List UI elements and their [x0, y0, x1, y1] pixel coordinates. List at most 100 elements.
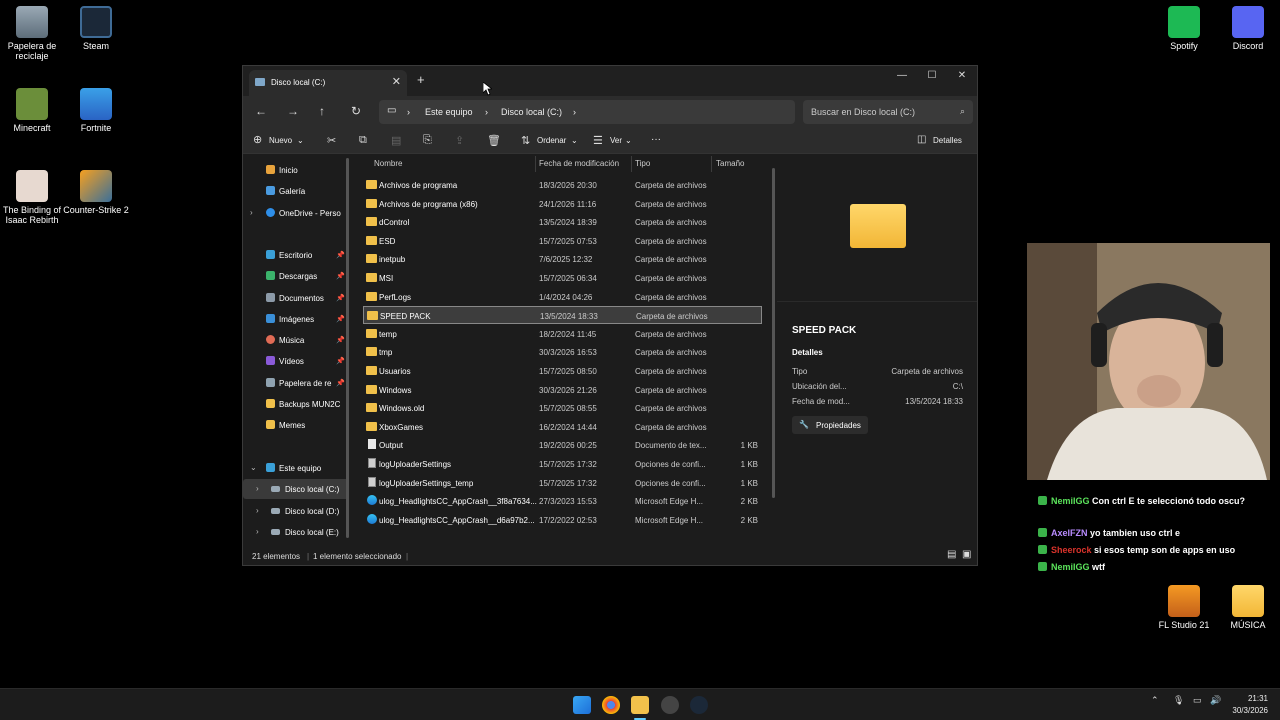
back-arrow-icon[interactable]: ← [255, 104, 267, 118]
nav-item-memes[interactable]: Memes [243, 415, 349, 435]
file-list-scrollbar[interactable] [772, 168, 775, 498]
nav-item-imagenes[interactable]: Imágenes 📌 [243, 309, 349, 329]
details-button[interactable]: Detalles [933, 136, 962, 145]
nav-item-disco-d[interactable]: › Disco local (D:) [243, 501, 349, 521]
nav-item-galeria[interactable]: Galería [243, 181, 349, 201]
copy-icon[interactable]: ⧉ [359, 134, 367, 147]
file-row[interactable]: Archivos de programa 18/3/2026 20:30 Carpe… [363, 176, 762, 194]
chevron-right-icon[interactable]: › [256, 506, 259, 515]
search-input[interactable]: Buscar en Disco local (C:) ⌕ [803, 100, 973, 124]
file-row[interactable]: ulog_HeadlightsCC_AppCrash__3f8a7634... 2… [363, 492, 762, 510]
column-divider[interactable] [711, 156, 712, 172]
file-row[interactable]: logUploaderSettings_temp 15/7/2025 17:32 O… [363, 474, 762, 492]
nav-item-escritorio[interactable]: Escritorio 📌 [243, 245, 349, 265]
nav-item-backups[interactable]: Backups MUN2C [243, 394, 349, 414]
chat-username[interactable]: Sheerock [1051, 545, 1092, 555]
file-row[interactable]: dControl 13/5/2024 18:39 Carpeta de archiv… [363, 213, 762, 231]
file-row[interactable]: inetpub 7/6/2025 12:32 Carpeta de archivos [363, 250, 762, 268]
breadcrumb-disco-local-c[interactable]: Disco local (C:) [501, 107, 562, 117]
column-header-name[interactable]: Nombre [374, 159, 402, 168]
sort-button[interactable]: Ordenar [537, 136, 566, 145]
file-row[interactable]: Windows.old 15/7/2025 08:55 Carpeta de arc… [363, 399, 762, 417]
chrome-icon[interactable] [602, 696, 620, 714]
rename-icon[interactable]: ⎘ [423, 134, 432, 147]
paste-icon[interactable]: ▤ [391, 134, 401, 147]
file-row[interactable]: temp 18/2/2024 11:45 Carpeta de archivos [363, 325, 762, 343]
desktop-icon-spotify[interactable]: Spotify [1148, 6, 1220, 51]
column-header-type[interactable]: Tipo [635, 159, 650, 168]
nav-item-este-equipo[interactable]: ⌄ Este equipo [243, 458, 349, 478]
cut-icon[interactable]: ✂ [327, 134, 336, 147]
close-button[interactable]: ✕ [947, 70, 977, 81]
stream-app-icon[interactable] [661, 696, 679, 714]
file-row[interactable]: XboxGames 16/2/2024 14:44 Carpeta de archi… [363, 418, 762, 436]
column-header-date[interactable]: Fecha de modificación [539, 159, 619, 168]
chat-username[interactable]: NemiIGG [1051, 496, 1090, 506]
display-icon[interactable]: ▭ [1193, 695, 1202, 706]
new-tab-button[interactable]: + [417, 72, 425, 87]
close-tab-icon[interactable]: ✕ [392, 75, 401, 88]
forward-arrow-icon[interactable]: → [287, 104, 299, 118]
details-view-icon[interactable]: ▤ [947, 549, 956, 560]
chevron-right-icon[interactable]: › [256, 484, 259, 493]
file-explorer-icon[interactable] [631, 696, 649, 714]
file-row[interactable]: Windows 30/3/2026 21:26 Carpeta de archivo… [363, 381, 762, 399]
microphone-icon[interactable]: 🎙 [1173, 695, 1184, 706]
maximize-button[interactable]: ☐ [917, 70, 947, 81]
breadcrumb-este-equipo[interactable]: Este equipo [425, 107, 473, 117]
tab-disco-local-c[interactable]: Disco local (C:) ✕ [249, 70, 407, 96]
minimize-button[interactable]: — [887, 70, 917, 81]
up-arrow-icon[interactable]: ↑ [319, 104, 325, 118]
nav-item-inicio[interactable]: Inicio [243, 160, 349, 180]
file-row[interactable]: Usuarios 15/7/2025 08:50 Carpeta de archiv… [363, 362, 762, 380]
properties-button[interactable]: 🔧 Propiedades [792, 416, 868, 434]
desktop-icon-musica[interactable]: MÚSICA [1212, 585, 1280, 630]
file-row[interactable]: ESD 15/7/2025 07:53 Carpeta de archivos [363, 232, 762, 250]
chat-username[interactable]: AxelFZN [1051, 528, 1088, 538]
new-button[interactable]: Nuevo [269, 136, 292, 145]
nav-item-disco-c[interactable]: › Disco local (C:) [243, 479, 349, 499]
delete-icon[interactable]: 🗑 [487, 134, 501, 147]
file-row[interactable]: ulog_HeadlightsCC_AppCrash__d6a97b2... 17… [363, 511, 762, 529]
file-row[interactable]: Archivos de programa (x86) 24/1/2026 11:1… [363, 195, 762, 213]
column-divider[interactable] [535, 156, 536, 172]
chevron-right-icon[interactable]: › [250, 208, 253, 217]
desktop-icon-recycle-bin[interactable]: Papelera de reciclaje [0, 6, 68, 61]
desktop-icon-counter-strike[interactable]: Counter-Strike 2 [60, 170, 132, 215]
file-row[interactable]: logUploaderSettings 15/7/2025 17:32 Opcion… [363, 455, 762, 473]
desktop-icon-discord[interactable]: Discord [1212, 6, 1280, 51]
nav-item-onedrive[interactable]: › OneDrive - Perso [243, 203, 349, 223]
nav-scrollbar[interactable] [346, 158, 349, 538]
desktop-icon-isaac[interactable]: The Binding of Isaac Rebirth [0, 170, 68, 225]
address-bar[interactable]: ▭ › Este equipo › Disco local (C:) › [379, 100, 795, 124]
file-row[interactable]: SPEED PACK 13/5/2024 18:33 Carpeta de arch… [363, 306, 762, 325]
windows-start-icon[interactable] [573, 696, 591, 714]
view-button[interactable]: Ver [610, 136, 622, 145]
column-divider[interactable] [631, 156, 632, 172]
clock[interactable]: 21:31 30/3/2026 [1232, 693, 1268, 717]
refresh-icon[interactable]: ↻ [351, 104, 361, 118]
nav-item-papelera[interactable]: Papelera de re 📌 [243, 373, 349, 393]
steam-taskbar-icon[interactable] [690, 696, 708, 714]
file-row[interactable]: Output 19/2/2026 00:25 Documento de tex...… [363, 436, 762, 454]
nav-item-videos[interactable]: Vídeos 📌 [243, 351, 349, 371]
nav-item-documentos[interactable]: Documentos 📌 [243, 288, 349, 308]
file-row[interactable]: PerfLogs 1/4/2024 04:26 Carpeta de archivo… [363, 288, 762, 306]
column-header-size[interactable]: Tamaño [716, 159, 744, 168]
desktop-icon-minecraft[interactable]: Minecraft [0, 88, 68, 133]
chevron-right-icon[interactable]: › [256, 527, 259, 536]
file-row[interactable]: tmp 30/3/2026 16:53 Carpeta de archivos [363, 343, 762, 361]
more-options-button[interactable]: ··· [651, 134, 661, 145]
file-row[interactable]: MSI 15/7/2025 06:34 Carpeta de archivos [363, 269, 762, 287]
chevron-down-icon[interactable]: ⌄ [250, 463, 257, 472]
chat-username[interactable]: NemiIGG [1051, 562, 1090, 572]
desktop-icon-fl-studio[interactable]: FL Studio 21 [1148, 585, 1220, 630]
show-hidden-icons-icon[interactable]: ⌃ [1151, 695, 1159, 706]
volume-icon[interactable]: 🔊 [1210, 695, 1221, 706]
desktop-icon-fortnite[interactable]: Fortnite [60, 88, 132, 133]
desktop-icon-steam[interactable]: Steam [60, 6, 132, 51]
tiles-view-icon[interactable]: ▣ [962, 549, 971, 560]
nav-item-musica[interactable]: Música 📌 [243, 330, 349, 350]
share-icon[interactable]: ⇪ [455, 134, 464, 147]
nav-item-disco-e[interactable]: › Disco local (E:) [243, 522, 349, 542]
